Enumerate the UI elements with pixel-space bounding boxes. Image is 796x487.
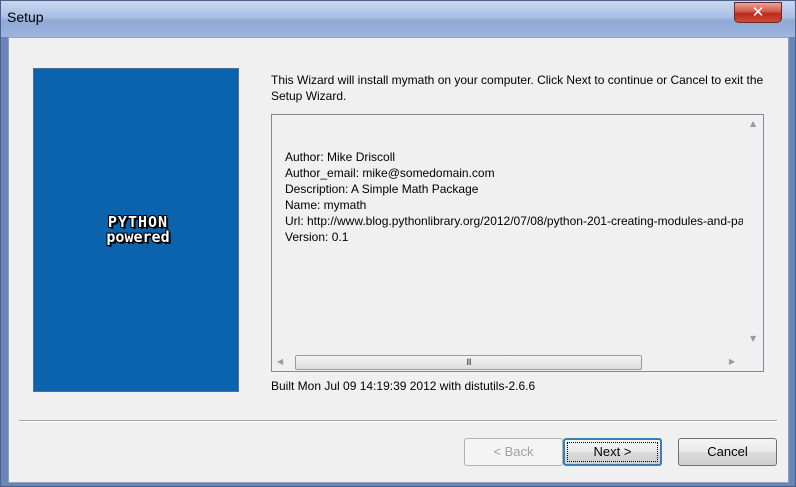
info-line-url: Url: http://www.blog.pythonlibrary.org/2… — [285, 214, 743, 228]
back-button[interactable]: < Back — [464, 438, 563, 466]
horizontal-scrollbar[interactable]: ◀ III ▶ — [272, 354, 746, 371]
side-banner: PYTHON powered — [33, 68, 239, 392]
close-button[interactable]: ✕ — [734, 2, 782, 23]
grip-icon: III — [466, 357, 471, 367]
build-info-text: Built Mon Jul 09 14:19:39 2012 with dist… — [271, 379, 536, 393]
scroll-down-icon[interactable]: ▼ — [750, 334, 756, 343]
vertical-scrollbar[interactable]: ▲ ▼ — [746, 115, 763, 353]
logo-line-2: powered — [106, 228, 170, 246]
setup-window: Setup ✕ PYTHON powered This Wizard will … — [0, 0, 796, 487]
info-line-name: Name: mymath — [285, 198, 367, 212]
scroll-right-icon[interactable]: ▶ — [729, 357, 735, 366]
scroll-up-icon[interactable]: ▲ — [750, 119, 756, 128]
intro-text: This Wizard will install mymath on your … — [271, 73, 764, 103]
next-button[interactable]: Next > — [563, 438, 662, 466]
cancel-button[interactable]: Cancel — [678, 438, 777, 466]
info-line-description: Description: A Simple Math Package — [285, 182, 479, 196]
info-line-author: Author: Mike Driscoll — [285, 150, 396, 164]
focus-rectangle — [567, 442, 658, 462]
horizontal-scroll-thumb[interactable]: III — [295, 355, 642, 370]
separator-line — [19, 420, 777, 422]
info-line-version: Version: 0.1 — [285, 230, 349, 244]
package-info-box[interactable]: Author: Mike Driscoll Author_email: mike… — [271, 114, 764, 372]
info-line-author-email: Author_email: mike@somedomain.com — [285, 166, 495, 180]
wizard-client-area: PYTHON powered This Wizard will install … — [8, 37, 789, 483]
python-powered-logo: PYTHON powered — [94, 215, 182, 245]
scroll-left-icon[interactable]: ◀ — [277, 357, 283, 366]
window-title: Setup — [7, 9, 44, 25]
package-info-text: Author: Mike Driscoll Author_email: mike… — [285, 149, 743, 245]
title-bar[interactable]: Setup ✕ — [1, 1, 795, 37]
close-icon: ✕ — [751, 3, 765, 21]
